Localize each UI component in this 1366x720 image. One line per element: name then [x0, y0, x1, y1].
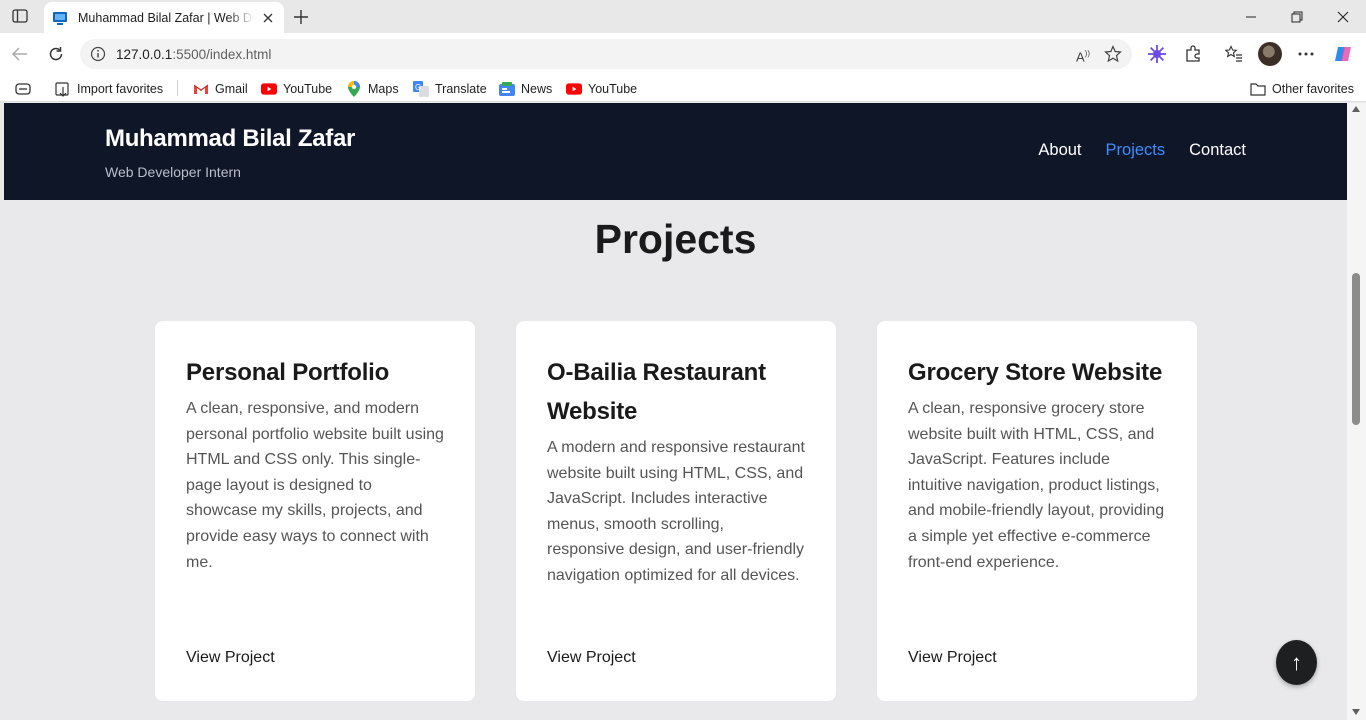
back-to-top-button[interactable]: ↑: [1276, 640, 1317, 685]
bookmarks-divider: [177, 80, 178, 96]
bookmark-translate[interactable]: G Translate: [413, 79, 487, 99]
favorite-star-icon[interactable]: [1104, 45, 1122, 68]
back-arrow-icon[interactable]: [8, 42, 32, 66]
bookmark-import-favorites[interactable]: Import favorites: [55, 79, 163, 99]
folder-icon: [1250, 81, 1266, 97]
page-viewport: Muhammad Bilal Zafar Web Developer Inter…: [4, 103, 1347, 720]
view-project-link[interactable]: View Project: [908, 649, 997, 667]
site-info-icon[interactable]: [90, 46, 106, 62]
scroll-down-icon[interactable]: [1352, 709, 1360, 715]
scroll-up-icon[interactable]: [1352, 106, 1360, 112]
svg-text:G: G: [415, 83, 421, 92]
project-title: Personal Portfolio: [186, 359, 390, 386]
bookmark-news[interactable]: News: [499, 79, 552, 99]
import-icon: [55, 81, 71, 97]
news-icon: [499, 81, 515, 97]
copilot-icon[interactable]: [1331, 42, 1355, 66]
bookmarks-bar: Import favorites Gmail YouTube Maps G Tr…: [0, 75, 1366, 102]
bookmark-gmail[interactable]: Gmail: [193, 79, 248, 99]
browser-toolbar: 127.0.0.1:5500/index.html A)): [0, 33, 1366, 75]
browser-tab[interactable]: Muhammad Bilal Zafar | Web Developer Int…: [44, 2, 284, 33]
favorites-list-icon[interactable]: [1222, 42, 1246, 66]
profile-avatar[interactable]: [1258, 42, 1282, 66]
tab-strip: Muhammad Bilal Zafar | Web Developer Int…: [0, 0, 1366, 33]
project-card: Grocery Store Website A clean, responsiv…: [877, 321, 1197, 701]
bookmark-youtube-2[interactable]: YouTube: [566, 79, 637, 99]
project-card: O-Bailia Restaurant Website A modern and…: [516, 321, 836, 701]
youtube-icon: [261, 81, 277, 97]
bookmark-maps[interactable]: Maps: [346, 79, 399, 99]
project-description: A clean, responsive grocery store websit…: [908, 400, 1165, 571]
project-card: Personal Portfolio A clean, responsive, …: [155, 321, 475, 701]
more-options-icon[interactable]: [1294, 42, 1318, 66]
refresh-icon[interactable]: [44, 42, 68, 66]
youtube-icon: [566, 81, 582, 97]
bookmark-youtube[interactable]: YouTube: [261, 79, 332, 99]
close-window-icon[interactable]: [1320, 0, 1366, 33]
nav-about[interactable]: About: [1038, 141, 1081, 160]
site-header: Muhammad Bilal Zafar Web Developer Inter…: [4, 103, 1347, 200]
site-favicon-icon: [52, 10, 68, 26]
collections-icon[interactable]: [15, 79, 31, 99]
translate-icon: G: [413, 81, 429, 97]
project-title: O-Bailia Restaurant Website: [547, 359, 766, 425]
section-title: Projects: [594, 216, 757, 262]
page-scrollbar[interactable]: [1347, 103, 1366, 720]
minimize-icon[interactable]: [1228, 0, 1274, 33]
tab-actions-icon[interactable]: [8, 6, 32, 26]
maps-icon: [346, 81, 362, 97]
other-favorites-folder[interactable]: Other favorites: [1250, 79, 1354, 99]
view-project-link[interactable]: View Project: [186, 649, 275, 667]
scroll-thumb[interactable]: [1352, 273, 1360, 425]
new-tab-icon[interactable]: [290, 6, 312, 28]
url-text: 127.0.0.1:5500/index.html: [116, 46, 272, 62]
site-tagline: Web Developer Intern: [105, 164, 241, 180]
site-nav: About Projects Contact: [1038, 141, 1246, 160]
window-controls: [1228, 0, 1366, 33]
extensions-icon[interactable]: [1181, 42, 1205, 66]
nav-contact[interactable]: Contact: [1189, 141, 1246, 160]
project-description: A clean, responsive, and modern personal…: [186, 400, 444, 571]
restore-icon[interactable]: [1274, 0, 1320, 33]
site-name: Muhammad Bilal Zafar: [105, 125, 356, 152]
tab-title: Muhammad Bilal Zafar | Web Developer Int…: [78, 10, 254, 25]
copilot-sparkle-icon[interactable]: [1145, 42, 1169, 66]
gmail-icon: [193, 81, 209, 97]
close-tab-icon[interactable]: [260, 10, 276, 26]
nav-projects[interactable]: Projects: [1106, 141, 1166, 160]
read-aloud-icon[interactable]: A)): [1076, 49, 1090, 64]
address-bar[interactable]: 127.0.0.1:5500/index.html A)): [80, 39, 1132, 69]
project-description: A modern and responsive restaurant websi…: [547, 439, 805, 584]
project-title: Grocery Store Website: [908, 359, 1163, 386]
view-project-link[interactable]: View Project: [547, 649, 636, 667]
